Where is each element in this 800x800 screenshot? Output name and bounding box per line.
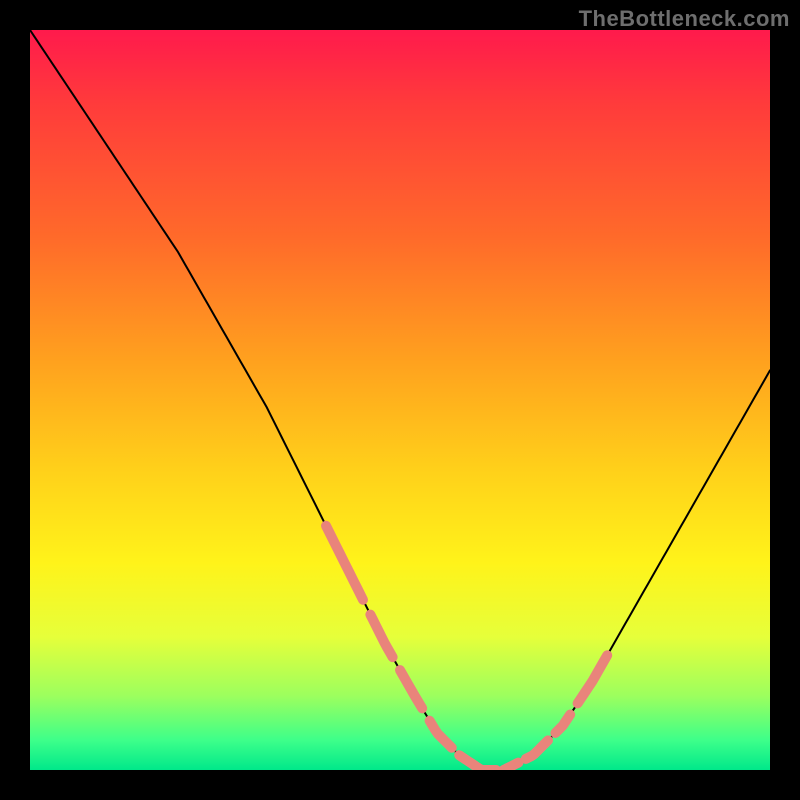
plot-area — [30, 30, 770, 770]
curve-svg — [30, 30, 770, 770]
bottleneck-curve — [30, 30, 770, 770]
chart-container: TheBottleneck.com — [0, 0, 800, 800]
watermark-text: TheBottleneck.com — [579, 6, 790, 32]
highlight-dashes — [326, 526, 607, 770]
